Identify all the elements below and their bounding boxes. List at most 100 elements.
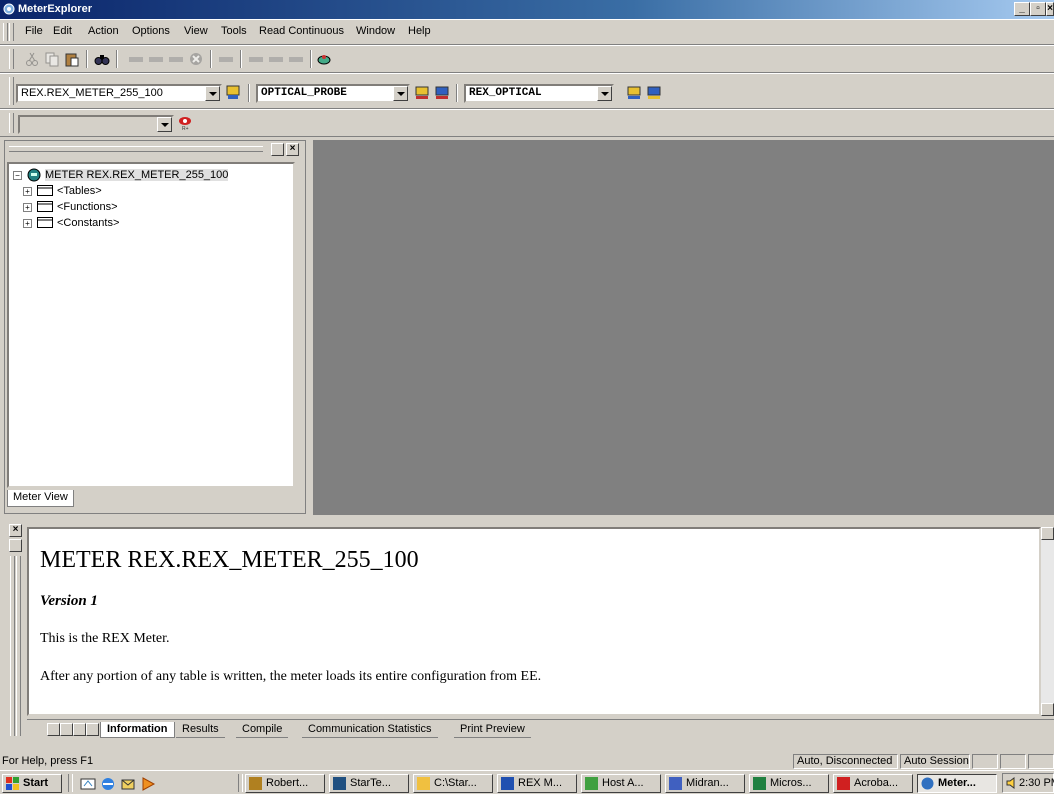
paste-icon[interactable] (64, 51, 80, 67)
menu-read-continuous[interactable]: Read Continuous (259, 25, 344, 37)
standard-toolbar (0, 45, 1054, 73)
info-panel-expand-button[interactable] (9, 539, 22, 552)
tree-item-label[interactable]: <Tables> (57, 185, 102, 197)
taskbar-button-active[interactable]: Meter... (917, 774, 997, 793)
window-title: MeterExplorer (18, 3, 92, 15)
cut-icon[interactable] (24, 51, 40, 67)
session-combo[interactable] (18, 115, 174, 134)
chevron-down-icon[interactable] (205, 86, 220, 101)
expand-icon[interactable]: + (23, 203, 32, 212)
scroll-down-button[interactable] (1041, 703, 1054, 716)
word-icon (501, 777, 514, 790)
info-panel-gripper[interactable] (10, 556, 15, 736)
menu-tools[interactable]: Tools (221, 25, 247, 37)
probe-connect-icon[interactable] (434, 84, 450, 100)
folder-icon (37, 201, 53, 212)
expand-icon[interactable]: + (23, 187, 32, 196)
menu-edit[interactable]: Edit (53, 25, 72, 37)
chevron-down-icon[interactable] (157, 117, 172, 132)
taskbar-button[interactable]: Micros... (749, 774, 829, 793)
tab-print-preview[interactable]: Print Preview (454, 722, 531, 738)
meter-combo[interactable]: REX.REX_METER_255_100 (16, 84, 222, 103)
panel-close-button[interactable]: × (286, 143, 299, 156)
menu-window[interactable]: Window (356, 25, 395, 37)
tab-communication-statistics[interactable]: Communication Statistics (302, 722, 438, 738)
tree-item-label[interactable]: <Constants> (57, 217, 119, 229)
app-icon (3, 3, 15, 15)
svg-text:R+: R+ (182, 126, 189, 131)
taskbar-button[interactable]: Acroba... (833, 774, 913, 793)
tab-last-button[interactable] (86, 723, 99, 736)
taskbar-button[interactable]: Host A... (581, 774, 661, 793)
copy-icon[interactable] (44, 51, 60, 67)
outlook-icon[interactable] (120, 776, 136, 792)
login-icon[interactable] (626, 84, 642, 100)
find-icon[interactable] (94, 51, 110, 67)
probe-combo[interactable]: OPTICAL_PROBE (256, 84, 410, 103)
verify-icon[interactable] (168, 51, 184, 67)
compile-icon[interactable] (248, 51, 264, 67)
taskbar-button[interactable]: REX M... (497, 774, 577, 793)
internet-explorer-icon[interactable] (100, 776, 116, 792)
tree-root-label[interactable]: METER REX.REX_METER_255_100 (45, 169, 229, 181)
meter-tree[interactable]: − METER REX.REX_METER_255_100 + <Tables>… (7, 162, 295, 488)
compile-all-icon[interactable] (268, 51, 284, 67)
logout-icon[interactable] (646, 84, 662, 100)
computer-icon (669, 777, 682, 790)
info-panel-gripper[interactable] (16, 556, 21, 736)
menu-action[interactable]: Action (88, 25, 119, 37)
status-indicator (1000, 754, 1026, 769)
meter-database-icon[interactable] (225, 84, 241, 100)
status-session: Auto Session (900, 754, 970, 769)
maximize-button[interactable]: ▫ (1030, 2, 1046, 16)
read-icon[interactable] (128, 51, 144, 67)
panel-restore-button[interactable] (271, 143, 284, 156)
tab-meter-view[interactable]: Meter View (7, 490, 74, 507)
info-vertical-scrollbar[interactable] (1041, 527, 1054, 716)
chevron-down-icon[interactable] (597, 86, 612, 101)
tab-compile[interactable]: Compile (236, 722, 289, 738)
optical-combo[interactable]: REX_OPTICAL (464, 84, 614, 103)
start-button[interactable]: Start (2, 774, 62, 793)
reset-icon[interactable]: R+ (177, 115, 193, 131)
media-player-icon[interactable] (140, 776, 156, 792)
tree-item-label[interactable]: <Functions> (57, 201, 118, 213)
write-icon[interactable] (148, 51, 164, 67)
taskbar-button[interactable]: StarTe... (329, 774, 409, 793)
acrobat-icon (837, 777, 850, 790)
status-connection: Auto, Disconnected (793, 754, 898, 769)
menu-view[interactable]: View (184, 25, 208, 37)
procedure-icon[interactable] (218, 51, 234, 67)
expand-icon[interactable]: + (23, 219, 32, 228)
chevron-down-icon[interactable] (393, 86, 408, 101)
taskbar-button[interactable]: Robert... (245, 774, 325, 793)
tab-first-button[interactable] (47, 723, 60, 736)
menu-file[interactable]: File (25, 25, 43, 37)
close-button[interactable]: × (1046, 2, 1054, 16)
menu-options[interactable]: Options (132, 25, 170, 37)
tab-information[interactable]: Information (100, 722, 175, 738)
minimize-button[interactable]: _ (1014, 2, 1030, 16)
panel-gripper[interactable] (9, 146, 263, 152)
tab-results[interactable]: Results (176, 722, 225, 738)
info-panel-close-button[interactable]: × (9, 524, 22, 537)
taskbar: Start Robert... StarTe... C:\Star... REX… (0, 770, 1054, 794)
connect-icon[interactable] (316, 51, 332, 67)
taskbar-button[interactable]: Midran... (665, 774, 745, 793)
mdi-client-area (313, 140, 1054, 515)
show-desktop-icon[interactable] (80, 776, 96, 792)
scroll-up-button[interactable] (1041, 527, 1054, 540)
tab-next-button[interactable] (73, 723, 86, 736)
clock: 2:30 PM (1019, 777, 1054, 789)
probe-settings-icon[interactable] (414, 84, 430, 100)
collapse-icon[interactable]: − (13, 171, 22, 180)
tab-prev-button[interactable] (60, 723, 73, 736)
taskbar-button[interactable]: C:\Star... (413, 774, 493, 793)
menu-help[interactable]: Help (408, 25, 431, 37)
meter-icon (27, 168, 41, 182)
export-icon[interactable] (288, 51, 304, 67)
stop-icon[interactable] (188, 51, 204, 67)
volume-icon[interactable] (1005, 776, 1019, 790)
startech-icon (333, 777, 346, 790)
vertical-splitter[interactable] (306, 140, 313, 515)
